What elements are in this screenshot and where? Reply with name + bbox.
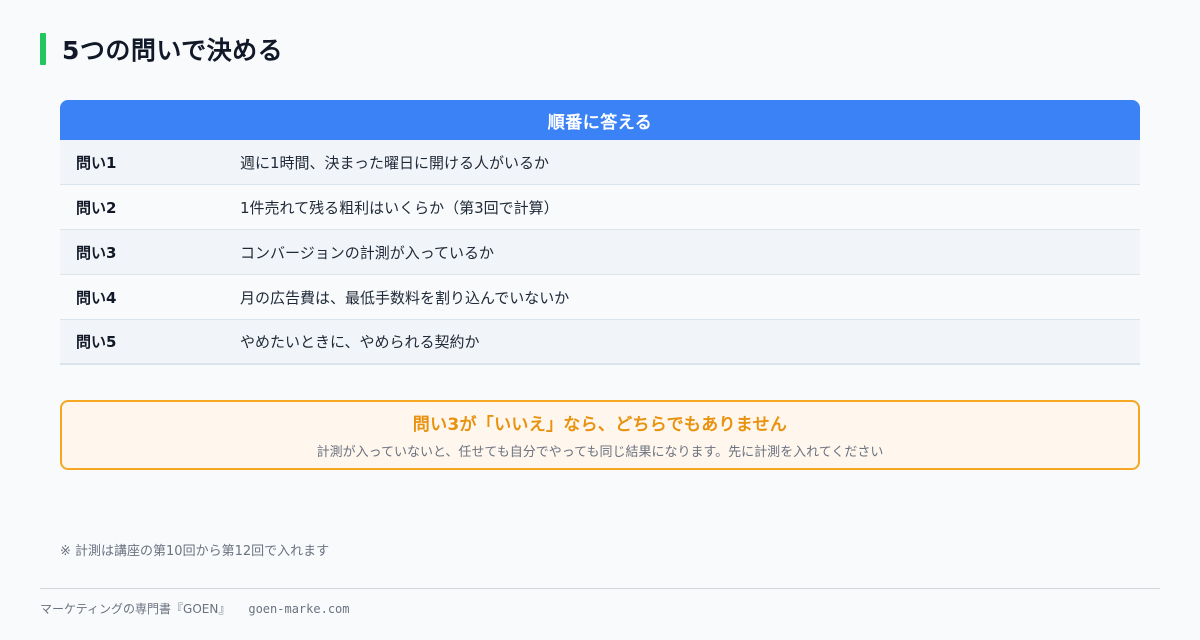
row-text: 週に1時間、決まった曜日に開ける人がいるか [240, 153, 549, 172]
footer-url: goen-marke.com [248, 601, 350, 616]
row-label: 問い2 [76, 198, 117, 217]
table-row: 問い3 コンバージョンの計測が入っているか [60, 230, 1140, 275]
footer: マーケティングの専門書『GOEN』 goen-marke.com [40, 600, 350, 617]
questions-table: 順番に答える 問い1 週に1時間、決まった曜日に開ける人がいるか 問い2 1件売… [60, 100, 1140, 365]
table-row: 問い5 やめたいときに、やめられる契約か [60, 320, 1140, 365]
row-label: 問い5 [76, 333, 117, 351]
row-label: 問い1 [76, 153, 117, 172]
row-text: 月の広告費は、最低手数料を割り込んでいないか [240, 288, 570, 307]
page-title: 5つの問いで決める [62, 36, 284, 65]
footer-brand: マーケティングの専門書『GOEN』 [40, 602, 231, 616]
row-text: コンバージョンの計測が入っているか [240, 243, 494, 262]
table-row: 問い2 1件売れて残る粗利はいくらか（第3回で計算） [60, 185, 1140, 230]
table-row: 問い4 月の広告費は、最低手数料を割り込んでいないか [60, 275, 1140, 320]
warning-title: 問い3が「いいえ」なら、どちらでもありません [412, 415, 788, 435]
row-label: 問い4 [76, 288, 117, 307]
table-header: 順番に答える [60, 100, 1140, 140]
footer-divider [40, 588, 1160, 589]
row-text: やめたいときに、やめられる契約か [240, 333, 480, 351]
row-text: 1件売れて残る粗利はいくらか（第3回で計算） [240, 198, 559, 217]
footnote: ※ 計測は講座の第10回から第12回で入れます [60, 544, 330, 559]
title-accent-bar [40, 33, 46, 65]
table-rows: 問い1 週に1時間、決まった曜日に開ける人がいるか 問い2 1件売れて残る粗利は… [60, 140, 1140, 365]
row-label: 問い3 [76, 243, 117, 262]
warning-callout: 問い3が「いいえ」なら、どちらでもありません 計測が入っていないと、任せても自分… [60, 400, 1140, 470]
warning-text: 計測が入っていないと、任せても自分でやっても同じ結果になります。先に計測を入れて… [316, 445, 884, 460]
table-row: 問い1 週に1時間、決まった曜日に開ける人がいるか [60, 140, 1140, 185]
page-title-block: 5つの問いで決める [40, 32, 283, 66]
